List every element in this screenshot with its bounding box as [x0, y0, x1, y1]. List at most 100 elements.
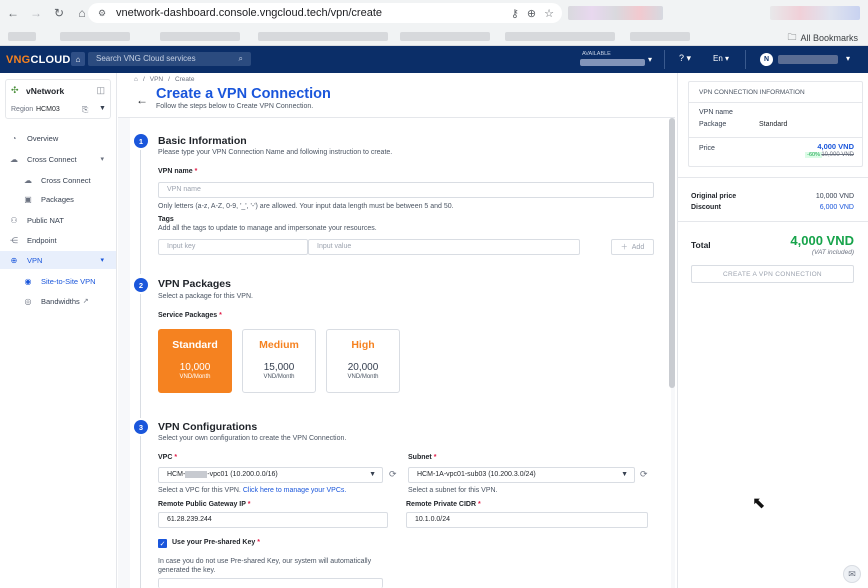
sidebar: ✣ vNetwork ◫ Region HCM03 ⎘ ▼ ◔ Overview …: [0, 73, 117, 588]
tags-label: Tags: [158, 216, 174, 223]
zoom-icon[interactable]: ⊕: [527, 7, 536, 20]
sidebar-item-site-to-site-vpn[interactable]: ◉ Site-to-Site VPN: [0, 272, 116, 290]
all-bookmarks-button[interactable]: 🗀 All Bookmarks: [787, 30, 858, 46]
plus-icon: ＋: [620, 244, 628, 251]
region-label: Region: [11, 106, 34, 113]
subnet-select[interactable]: HCM-1A-vpc01-sub03 (10.200.3.0/24) ▼: [408, 467, 635, 483]
chevron-down-icon: ▼: [369, 471, 376, 478]
gateway-ip-input[interactable]: 61.28.239.244: [158, 512, 388, 528]
cross-connect-sub-icon: ☁: [24, 175, 32, 185]
copy-icon[interactable]: ⎘: [82, 105, 88, 115]
tags-hint: Add all the tags to update to manage and…: [158, 225, 377, 232]
chevron-down-icon: ▾: [100, 257, 104, 264]
back-arrow-icon[interactable]: ←: [136, 93, 148, 107]
info-price-label: Price: [699, 145, 715, 152]
search-placeholder: Search VNG Cloud services: [96, 54, 196, 63]
site-settings-icon[interactable]: ⚙: [98, 8, 110, 19]
sidebar-item-bandwidths[interactable]: ◎ Bandwidths ↗: [0, 292, 116, 310]
help-icon[interactable]: ? ▾: [679, 53, 691, 64]
sidebar-item-packages[interactable]: ▣ Packages: [0, 190, 116, 208]
private-cidr-label: Remote Private CIDR *: [406, 501, 481, 508]
profile-area[interactable]: [770, 6, 860, 20]
collapse-sidebar-icon[interactable]: ◫: [96, 85, 105, 96]
sidebar-item-endpoint[interactable]: ⋲ Endpoint: [0, 231, 116, 249]
scrollbar[interactable]: [669, 118, 675, 388]
url-text: vnetwork-dashboard.console.vngcloud.tech…: [116, 7, 382, 19]
step-2-badge: 2: [134, 278, 148, 292]
bookmark-star-icon[interactable]: ☆: [544, 7, 554, 20]
breadcrumb-vpn[interactable]: VPN: [150, 76, 163, 83]
pre-shared-key-checkbox[interactable]: ✓: [158, 539, 167, 548]
discount-value: 6,000 VND: [819, 204, 854, 211]
discount-badge: -60%: [805, 152, 822, 158]
chevron-down-icon: ▾: [100, 156, 104, 163]
user-menu-chevron-icon[interactable]: ▾: [846, 54, 850, 63]
chat-support-icon[interactable]: ✉: [843, 565, 861, 583]
global-search-input[interactable]: Search VNG Cloud services ⌕: [88, 52, 251, 66]
vpc-select[interactable]: HCM- -vpc01 (10.200.0.0/16) ▼: [158, 467, 383, 483]
address-bar[interactable]: ⚙ vnetwork-dashboard.console.vngcloud.te…: [88, 3, 562, 23]
info-box-title: VPN CONNECTION INFORMATION: [699, 89, 805, 96]
sidebar-item-public-nat[interactable]: ⚇ Public NAT: [0, 211, 116, 229]
summary-panel: VPN CONNECTION INFORMATION VPN name Pack…: [677, 73, 868, 588]
form-scroll-area[interactable]: 1 Basic Information Please type your VPN…: [118, 118, 675, 588]
package-card-high[interactable]: High 20,000 VND/Month: [326, 329, 400, 393]
packages-icon: ▣: [24, 194, 32, 204]
create-vpn-connection-button[interactable]: CREATE A VPN CONNECTION: [691, 265, 854, 283]
region-value[interactable]: HCM03: [36, 106, 60, 113]
available-label: AVAILABLE: [582, 51, 611, 57]
main-content: ⌂ / VPN / Create ← Create a VPN Connection…: [118, 73, 675, 588]
vat-note: (VAT included): [811, 249, 854, 256]
refresh-vpc-icon[interactable]: ⟳: [389, 469, 397, 480]
chevron-down-icon[interactable]: ▾: [648, 55, 652, 64]
package-card-medium[interactable]: Medium 15,000 VND/Month: [242, 329, 316, 393]
breadcrumb-home-icon[interactable]: ⌂: [134, 76, 138, 83]
key-icon[interactable]: ⚷: [511, 7, 519, 20]
sidebar-item-overview[interactable]: ◔ Overview: [0, 129, 116, 147]
overview-icon: ◔: [11, 133, 17, 143]
page-title: Create a VPN Connection: [156, 86, 331, 102]
subnet-label: Subnet *: [408, 454, 437, 461]
manage-vpcs-link[interactable]: Click here to manage your VPCs.: [243, 487, 347, 494]
sidebar-item-cross-connect-sub[interactable]: ☁ Cross Connect: [0, 171, 116, 189]
add-tag-button[interactable]: ＋ Add: [611, 239, 654, 255]
info-old-price: 10,000 VND: [821, 152, 854, 158]
breadcrumb-create: Create: [174, 76, 195, 83]
home-button[interactable]: ⌂: [71, 52, 85, 66]
breadcrumb: ⌂ / VPN / Create: [134, 76, 195, 83]
folder-icon: 🗀: [787, 32, 797, 42]
info-vpn-name-label: VPN name: [699, 109, 733, 116]
language-selector[interactable]: En ▾: [713, 54, 729, 63]
region-dropdown-icon[interactable]: ▼: [99, 105, 106, 112]
package-card-standard[interactable]: Standard 10,000 VND/Month: [158, 329, 232, 393]
pre-shared-key-label: Use your Pre-shared Key *: [172, 539, 260, 546]
all-bookmarks-label: All Bookmarks: [800, 33, 858, 43]
mouse-cursor-icon: ⬉: [752, 495, 766, 512]
service-title: vNetwork: [26, 86, 65, 96]
pre-shared-key-hint: In case you do not use Pre-shared Key, o…: [158, 558, 372, 574]
info-price-value: 4,000 VND: [817, 142, 854, 151]
reload-icon[interactable]: ↻: [49, 3, 69, 23]
vpn-name-hint: Only letters (a-z, A-Z, 0-9, '_', '-') a…: [158, 203, 454, 210]
avatar[interactable]: N: [760, 53, 773, 66]
tag-value-input[interactable]: Input value: [308, 239, 580, 255]
vpn-name-input[interactable]: VPN name: [158, 182, 654, 198]
bandwidths-icon: ◎: [24, 296, 32, 306]
step-3-badge: 3: [134, 420, 148, 434]
tag-key-input[interactable]: Input key: [158, 239, 308, 255]
forward-icon[interactable]: →: [26, 3, 46, 23]
subnet-hint: Select a subnet for this VPN.: [408, 487, 498, 494]
total-label: Total: [691, 240, 711, 250]
vng-cloud-logo[interactable]: VNGCLOUD: [6, 54, 71, 66]
back-icon[interactable]: ←: [3, 3, 23, 23]
pre-shared-key-input[interactable]: [158, 578, 383, 588]
sidebar-item-vpn[interactable]: ⊕ VPN ▾: [0, 251, 116, 269]
vnetwork-logo-icon: ✣: [11, 85, 19, 95]
username-redacted: [778, 55, 838, 64]
private-cidr-input[interactable]: 10.1.0.0/24: [406, 512, 648, 528]
external-link-icon: ↗: [82, 298, 89, 305]
section-subtitle-vpn-configurations: Select your own configuration to create …: [158, 435, 347, 442]
sidebar-item-cross-connect[interactable]: ☁ Cross Connect ▾: [0, 150, 116, 168]
chevron-down-icon: ▼: [621, 471, 628, 478]
refresh-subnet-icon[interactable]: ⟳: [640, 469, 648, 480]
